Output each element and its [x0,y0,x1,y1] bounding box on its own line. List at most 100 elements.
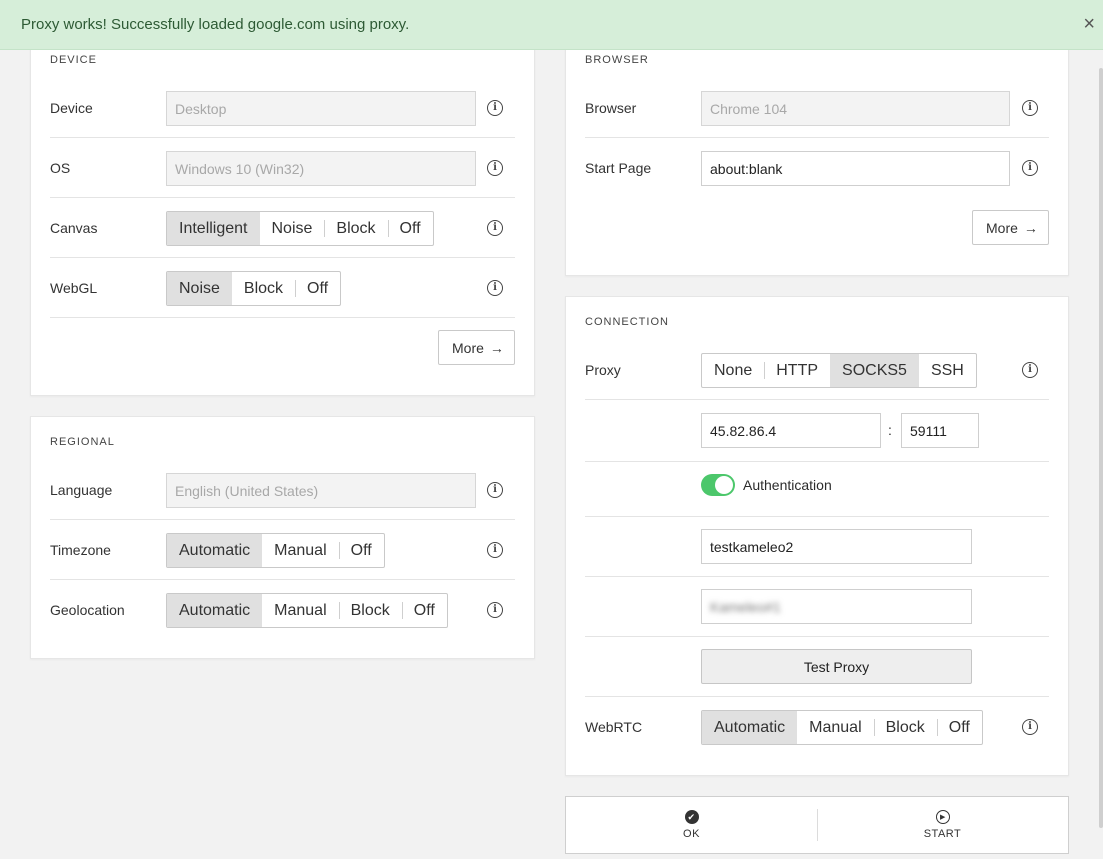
info-icon[interactable]: i [487,220,503,236]
test-proxy-button[interactable]: Test Proxy [701,649,972,684]
proxy-host-input[interactable]: 45.82.86.4 [701,413,881,448]
proxy-address-row: 45.82.86.4 : 59111 [585,400,1049,462]
regional-card: REGIONAL Language English (United States… [30,416,535,659]
start-button[interactable]: ▶ START [817,797,1068,853]
webgl-row: WebGL Noise Block Off i [50,258,515,318]
webrtc-option-block[interactable]: Block [873,711,937,744]
canvas-label: Canvas [50,219,98,236]
username-row: testkameleo2 [585,517,1049,577]
browser-row: Browser Chrome 104 i [585,78,1049,138]
geolocation-label: Geolocation [50,602,125,618]
password-row: Kameleo#1 [585,577,1049,637]
device-field[interactable]: Desktop [166,91,476,126]
proxy-type-selector: None HTTP SOCKS5 SSH [701,353,977,388]
proxy-username-input[interactable]: testkameleo2 [701,529,972,564]
canvas-option-intelligent[interactable]: Intelligent [167,212,260,245]
device-row: Device Desktop i [50,78,515,138]
language-row: Language English (United States) i [50,460,515,520]
start-page-label: Start Page [585,160,652,176]
canvas-option-noise[interactable]: Noise [260,212,325,245]
ok-label: OK [683,828,700,840]
language-label: Language [50,481,113,498]
success-alert: Proxy works! Successfully loaded google.… [0,0,1103,50]
device-card: DEVICE Device Desktop i OS Windows 10 (W… [30,40,535,396]
timezone-selector: Automatic Manual Off [166,533,385,568]
webrtc-option-automatic[interactable]: Automatic [702,711,798,744]
webgl-selector: Noise Block Off [166,271,342,306]
webgl-option-block[interactable]: Block [232,272,295,305]
section-title-browser: BROWSER [585,54,649,66]
webgl-option-off[interactable]: Off [295,272,340,305]
info-icon[interactable]: i [487,280,503,296]
more-label: More [452,339,484,356]
info-icon[interactable]: i [487,542,503,558]
geolocation-option-block[interactable]: Block [338,594,402,627]
proxy-option-none[interactable]: None [702,354,764,387]
arrow-right-icon: → [1023,219,1038,236]
info-icon[interactable]: i [1022,719,1038,735]
info-icon[interactable]: i [1022,160,1038,176]
geolocation-option-manual[interactable]: Manual [262,594,338,627]
geolocation-selector: Automatic Manual Block Off [166,593,448,628]
close-icon[interactable]: × [1083,14,1095,34]
device-label: Device [50,99,93,116]
start-label: START [923,828,962,840]
authentication-label: Authentication [743,477,832,493]
timezone-option-manual[interactable]: Manual [262,534,338,567]
host-port-separator: : [888,422,892,438]
proxy-label: Proxy [585,361,621,378]
webrtc-option-off[interactable]: Off [936,711,982,744]
start-page-row: Start Page about:blank i [585,138,1049,198]
password-value: Kameleo#1 [710,598,781,615]
info-icon[interactable]: i [487,602,503,618]
canvas-option-block[interactable]: Block [324,212,387,245]
play-circle-icon: ▶ [935,810,950,824]
section-title-connection: CONNECTION [585,316,669,328]
browser-field[interactable]: Chrome 104 [701,91,1010,126]
arrow-right-icon: → [489,339,504,356]
test-proxy-row: Test Proxy [585,637,1049,697]
timezone-option-automatic[interactable]: Automatic [167,534,263,567]
section-title-device: DEVICE [50,54,97,66]
geolocation-option-off[interactable]: Off [401,594,447,627]
os-row: OS Windows 10 (Win32) i [50,138,515,198]
os-field[interactable]: Windows 10 (Win32) [166,151,476,186]
canvas-selector: Intelligent Noise Block Off [166,211,434,246]
info-icon[interactable]: i [487,100,503,116]
ok-button[interactable]: ✔ OK [566,797,817,853]
webrtc-option-manual[interactable]: Manual [797,711,873,744]
canvas-option-off[interactable]: Off [387,212,433,245]
alert-message: Proxy works! Successfully loaded google.… [21,16,410,33]
action-bar: ✔ OK ▶ START [565,796,1069,854]
timezone-option-off[interactable]: Off [338,534,384,567]
authentication-toggle[interactable] [701,474,735,496]
browser-label: Browser [585,99,637,116]
proxy-row: Proxy None HTTP SOCKS5 SSH i [585,340,1049,400]
connection-card: CONNECTION Proxy None HTTP SOCKS5 SSH i … [565,296,1069,776]
info-icon[interactable]: i [1022,100,1038,116]
os-label: OS [50,159,71,176]
info-icon[interactable]: i [487,160,503,176]
timezone-label: Timezone [50,541,111,558]
info-icon[interactable]: i [487,482,503,498]
more-label: More [986,219,1018,236]
timezone-row: Timezone Automatic Manual Off i [50,520,515,580]
authentication-row: Authentication [585,462,1049,517]
webrtc-selector: Automatic Manual Block Off [701,710,983,745]
proxy-option-socks5[interactable]: SOCKS5 [830,354,919,387]
scrollbar[interactable] [1099,68,1103,828]
browser-more-button[interactable]: More → [972,210,1049,245]
geolocation-row: Geolocation Automatic Manual Block Off i [50,580,515,640]
proxy-option-http[interactable]: HTTP [764,354,830,387]
proxy-port-input[interactable]: 59111 [901,413,979,448]
browser-card: BROWSER Browser Chrome 104 i Start Page … [565,40,1069,276]
webgl-option-noise[interactable]: Noise [167,272,232,305]
webrtc-label: WebRTC [585,719,643,735]
start-page-input[interactable]: about:blank [701,151,1010,186]
device-more-button[interactable]: More → [438,330,515,365]
language-field[interactable]: English (United States) [166,473,476,508]
geolocation-option-automatic[interactable]: Automatic [167,594,263,627]
info-icon[interactable]: i [1022,362,1038,378]
proxy-password-input[interactable]: Kameleo#1 [701,589,972,624]
proxy-option-ssh[interactable]: SSH [919,354,976,387]
